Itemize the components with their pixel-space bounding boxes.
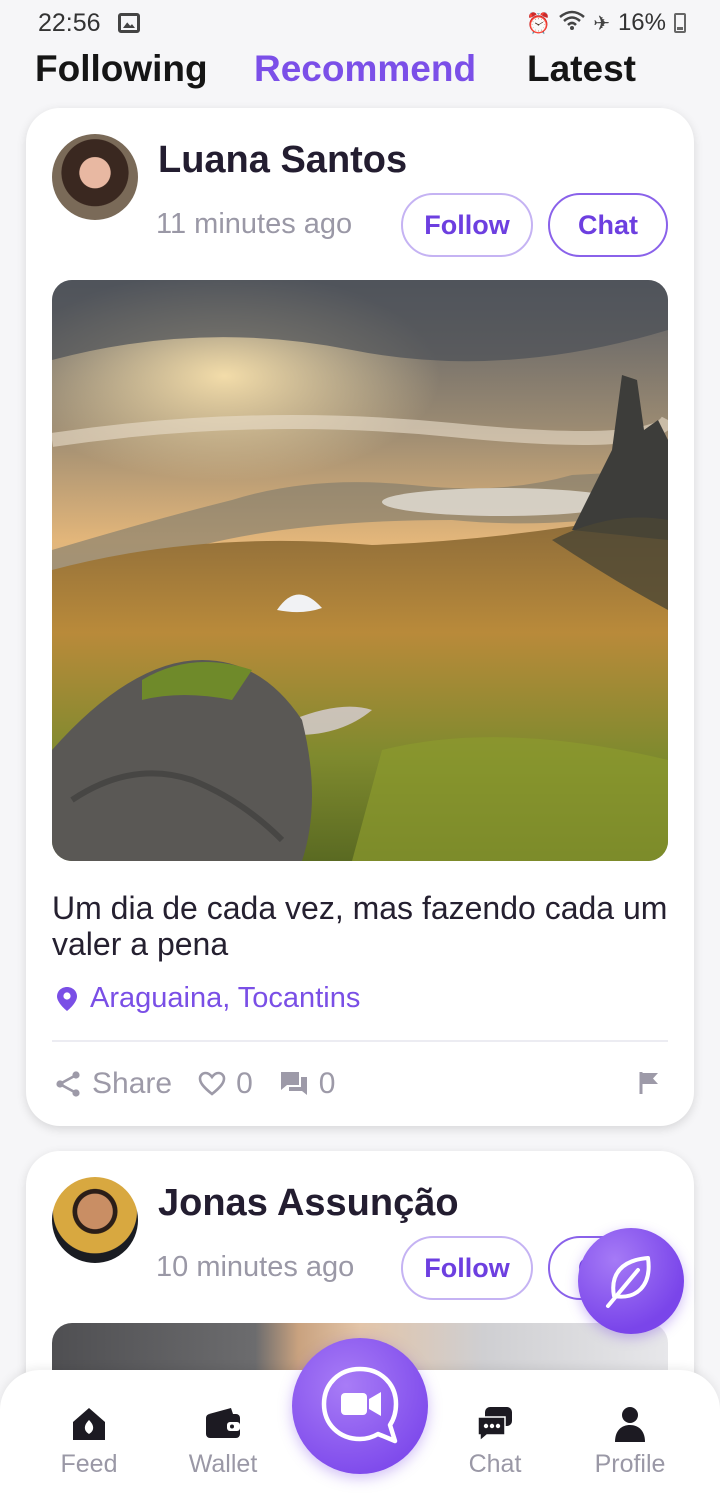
feed-tabs: Following Recommend Latest — [0, 48, 720, 98]
post-card: Luana Santos 11 minutes ago Follow Chat — [26, 108, 694, 1126]
follow-button[interactable]: Follow — [401, 193, 533, 257]
avatar[interactable] — [52, 1177, 138, 1263]
post-time: 10 minutes ago — [156, 1251, 355, 1283]
share-button[interactable]: Share — [54, 1067, 172, 1101]
chat-button[interactable]: Chat — [548, 193, 668, 257]
nav-feed-label: Feed — [60, 1450, 118, 1478]
alarm-icon: ⏰ — [526, 12, 552, 35]
profile-icon — [615, 1407, 645, 1442]
chat-bubbles-icon — [477, 1407, 512, 1443]
comment-icon — [280, 1072, 307, 1095]
follow-button[interactable]: Follow — [401, 1236, 533, 1300]
post-location[interactable]: Araguaina, Tocantins — [54, 982, 360, 1015]
leaf-fab-button[interactable] — [578, 1228, 684, 1334]
like-count: 0 — [236, 1067, 253, 1100]
nav-profile-label: Profile — [594, 1450, 666, 1478]
airplane-icon: ✈ — [593, 12, 610, 35]
wifi-icon — [559, 10, 585, 36]
nav-chat[interactable]: Chat — [440, 1404, 550, 1479]
divider — [52, 1040, 668, 1042]
post-caption: Um dia de cada vez, mas fazendo cada um … — [52, 890, 668, 962]
tab-latest[interactable]: Latest — [527, 48, 636, 90]
comment-count: 0 — [318, 1067, 336, 1100]
nav-profile[interactable]: Profile — [575, 1404, 685, 1479]
battery-icon — [674, 13, 686, 33]
nav-chat-label: Chat — [468, 1450, 522, 1478]
post-time: 11 minutes ago — [156, 208, 353, 240]
share-label: Share — [92, 1067, 173, 1100]
tab-following[interactable]: Following — [35, 48, 208, 90]
status-bar: 22:56 ⏰ ✈ 16% — [0, 0, 720, 46]
tab-recommend[interactable]: Recommend — [254, 48, 476, 90]
nav-wallet[interactable]: Wallet — [168, 1404, 278, 1479]
share-icon — [56, 1071, 80, 1097]
like-button[interactable]: 0 — [198, 1067, 253, 1101]
location-pin-icon — [57, 986, 77, 1011]
status-indicators: ⏰ ✈ 16% — [526, 9, 686, 37]
author-name[interactable]: Luana Santos — [158, 139, 407, 182]
location-text: Araguaina, Tocantins — [90, 982, 361, 1014]
leaf-icon — [606, 1256, 651, 1308]
comment-button[interactable]: 0 — [279, 1067, 336, 1101]
battery-percent: 16% — [617, 9, 666, 36]
author-name[interactable]: Jonas Assunção — [158, 1182, 459, 1225]
post-image[interactable] — [52, 280, 668, 861]
status-time: 22:56 — [38, 9, 101, 37]
nav-feed[interactable]: Feed — [34, 1404, 144, 1479]
gallery-icon — [118, 13, 140, 33]
post-actions: Share 0 0 — [54, 1062, 666, 1106]
flag-icon[interactable] — [638, 1070, 660, 1096]
nav-wallet-label: Wallet — [188, 1450, 258, 1478]
heart-icon — [198, 1071, 226, 1096]
avatar[interactable] — [52, 134, 138, 220]
wallet-icon — [206, 1408, 240, 1438]
video-call-button[interactable] — [292, 1338, 428, 1474]
home-leaf-icon — [73, 1408, 105, 1440]
video-camera-icon — [321, 1366, 399, 1444]
